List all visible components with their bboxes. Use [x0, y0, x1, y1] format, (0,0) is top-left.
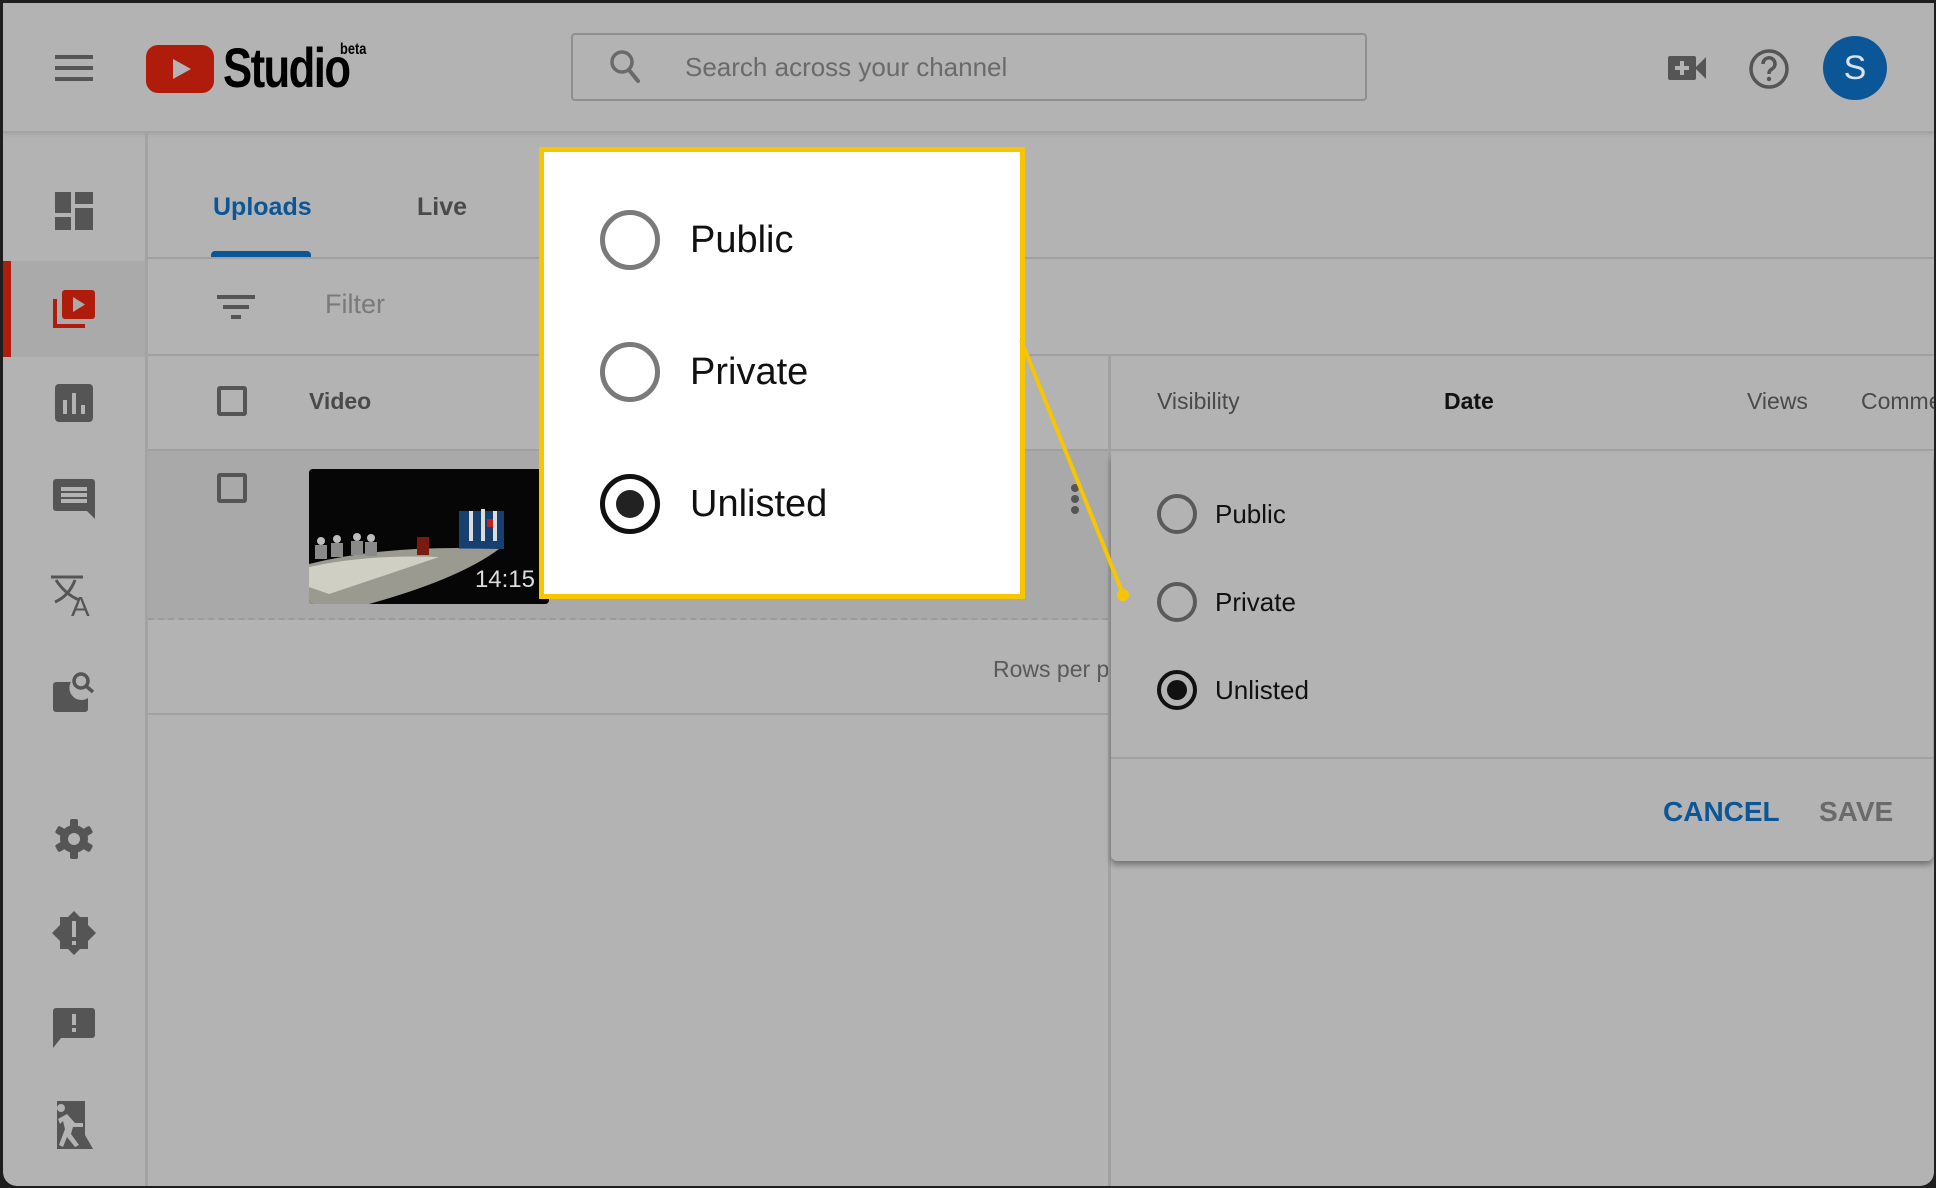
radio-button	[600, 342, 660, 402]
callout-option-public: Public	[600, 208, 794, 272]
dashboard-icon	[55, 192, 93, 230]
callout-label: Private	[690, 350, 809, 393]
radio-button-checked	[600, 474, 660, 534]
column-header-video[interactable]: Video	[309, 388, 371, 415]
video-library-icon	[53, 290, 95, 328]
radio-option-public[interactable]: Public	[1157, 489, 1286, 539]
rows-per-page-label: Rows per p	[993, 656, 1110, 682]
sidebar-item-settings[interactable]	[3, 791, 145, 887]
radio-label: Public	[1215, 498, 1286, 529]
save-button[interactable]: SAVE	[1819, 796, 1893, 828]
column-header-visibility[interactable]: Visibility	[1157, 388, 1240, 415]
radio-button-checked[interactable]	[1157, 670, 1197, 710]
sidebar-item-comments[interactable]	[3, 451, 145, 547]
cancel-button[interactable]: CANCEL	[1663, 796, 1780, 828]
table-footer: Rows per p	[148, 620, 1110, 715]
table-header-right: Visibility Date Views Comme	[1108, 356, 1934, 451]
video-duration: 14:15	[474, 566, 535, 593]
beta-badge: beta	[340, 41, 367, 58]
exit-icon	[57, 1101, 93, 1149]
radio-option-private[interactable]: Private	[1157, 577, 1296, 627]
top-app-bar: Studio beta S	[3, 3, 1934, 133]
sidebar: A	[3, 133, 148, 1186]
gear-icon	[55, 819, 93, 859]
help-icon[interactable]	[1748, 48, 1790, 90]
search-box[interactable]	[571, 33, 1367, 101]
radio-button[interactable]	[1157, 494, 1197, 534]
radio-button[interactable]	[1157, 582, 1197, 622]
column-header-date[interactable]: Date	[1444, 388, 1494, 415]
tabs-bar: Uploads Live	[148, 133, 1934, 259]
copyright-search-icon	[53, 672, 95, 712]
tab-live[interactable]: Live	[417, 193, 467, 222]
radio-label: Private	[1215, 586, 1296, 617]
filter-bar: Filter	[148, 259, 1934, 356]
sidebar-item-dashboard[interactable]	[3, 163, 145, 259]
translate-icon: A	[51, 575, 90, 616]
search-input[interactable]	[685, 45, 1335, 89]
create-video-icon[interactable]	[1668, 54, 1706, 82]
callout-option-unlisted: Unlisted	[600, 472, 827, 536]
studio-window: Studio beta Search across your channel S…	[3, 3, 1934, 1186]
zoom-callout: Public Private Unlisted	[539, 147, 1025, 599]
more-options-icon[interactable]	[1071, 484, 1079, 517]
sidebar-item-feedback[interactable]	[3, 981, 145, 1077]
app-title[interactable]: Studio	[223, 35, 351, 100]
menu-icon[interactable]	[55, 55, 93, 81]
radio-button	[600, 210, 660, 270]
sidebar-item-videos[interactable]	[3, 261, 145, 357]
avatar[interactable]: S	[1823, 36, 1887, 100]
select-all-checkbox[interactable]	[217, 386, 247, 416]
svg-text:A: A	[71, 591, 90, 616]
radio-label: Unlisted	[1215, 674, 1309, 705]
sidebar-item-translations[interactable]: A	[3, 547, 145, 643]
youtube-logo-icon[interactable]	[146, 45, 214, 93]
divider	[1111, 757, 1933, 759]
active-tab-indicator	[211, 251, 311, 257]
sidebar-item-analytics[interactable]	[3, 355, 145, 451]
callout-option-private: Private	[600, 340, 808, 404]
callout-label: Unlisted	[690, 482, 828, 525]
column-header-comments[interactable]: Comme	[1861, 388, 1934, 415]
column-header-views[interactable]: Views	[1747, 388, 1808, 415]
filter-input[interactable]: Filter	[325, 289, 385, 320]
alert-badge-icon	[52, 911, 96, 955]
visibility-popup: Public Private Unlisted CANCEL SAVE	[1111, 453, 1933, 861]
analytics-icon	[55, 384, 93, 422]
row-checkbox[interactable]	[217, 473, 247, 503]
filter-icon[interactable]	[217, 295, 255, 319]
comments-icon	[53, 479, 95, 519]
radio-option-unlisted[interactable]: Unlisted	[1157, 665, 1309, 715]
video-thumbnail[interactable]: 14:15	[309, 469, 549, 604]
search-icon[interactable]	[609, 49, 641, 85]
callout-label: Public	[690, 218, 794, 261]
sidebar-item-alerts[interactable]	[3, 885, 145, 981]
tab-uploads[interactable]: Uploads	[213, 193, 312, 222]
sidebar-item-exit[interactable]	[3, 1077, 145, 1173]
sidebar-item-copyright[interactable]	[3, 643, 145, 739]
feedback-icon	[53, 1008, 95, 1048]
